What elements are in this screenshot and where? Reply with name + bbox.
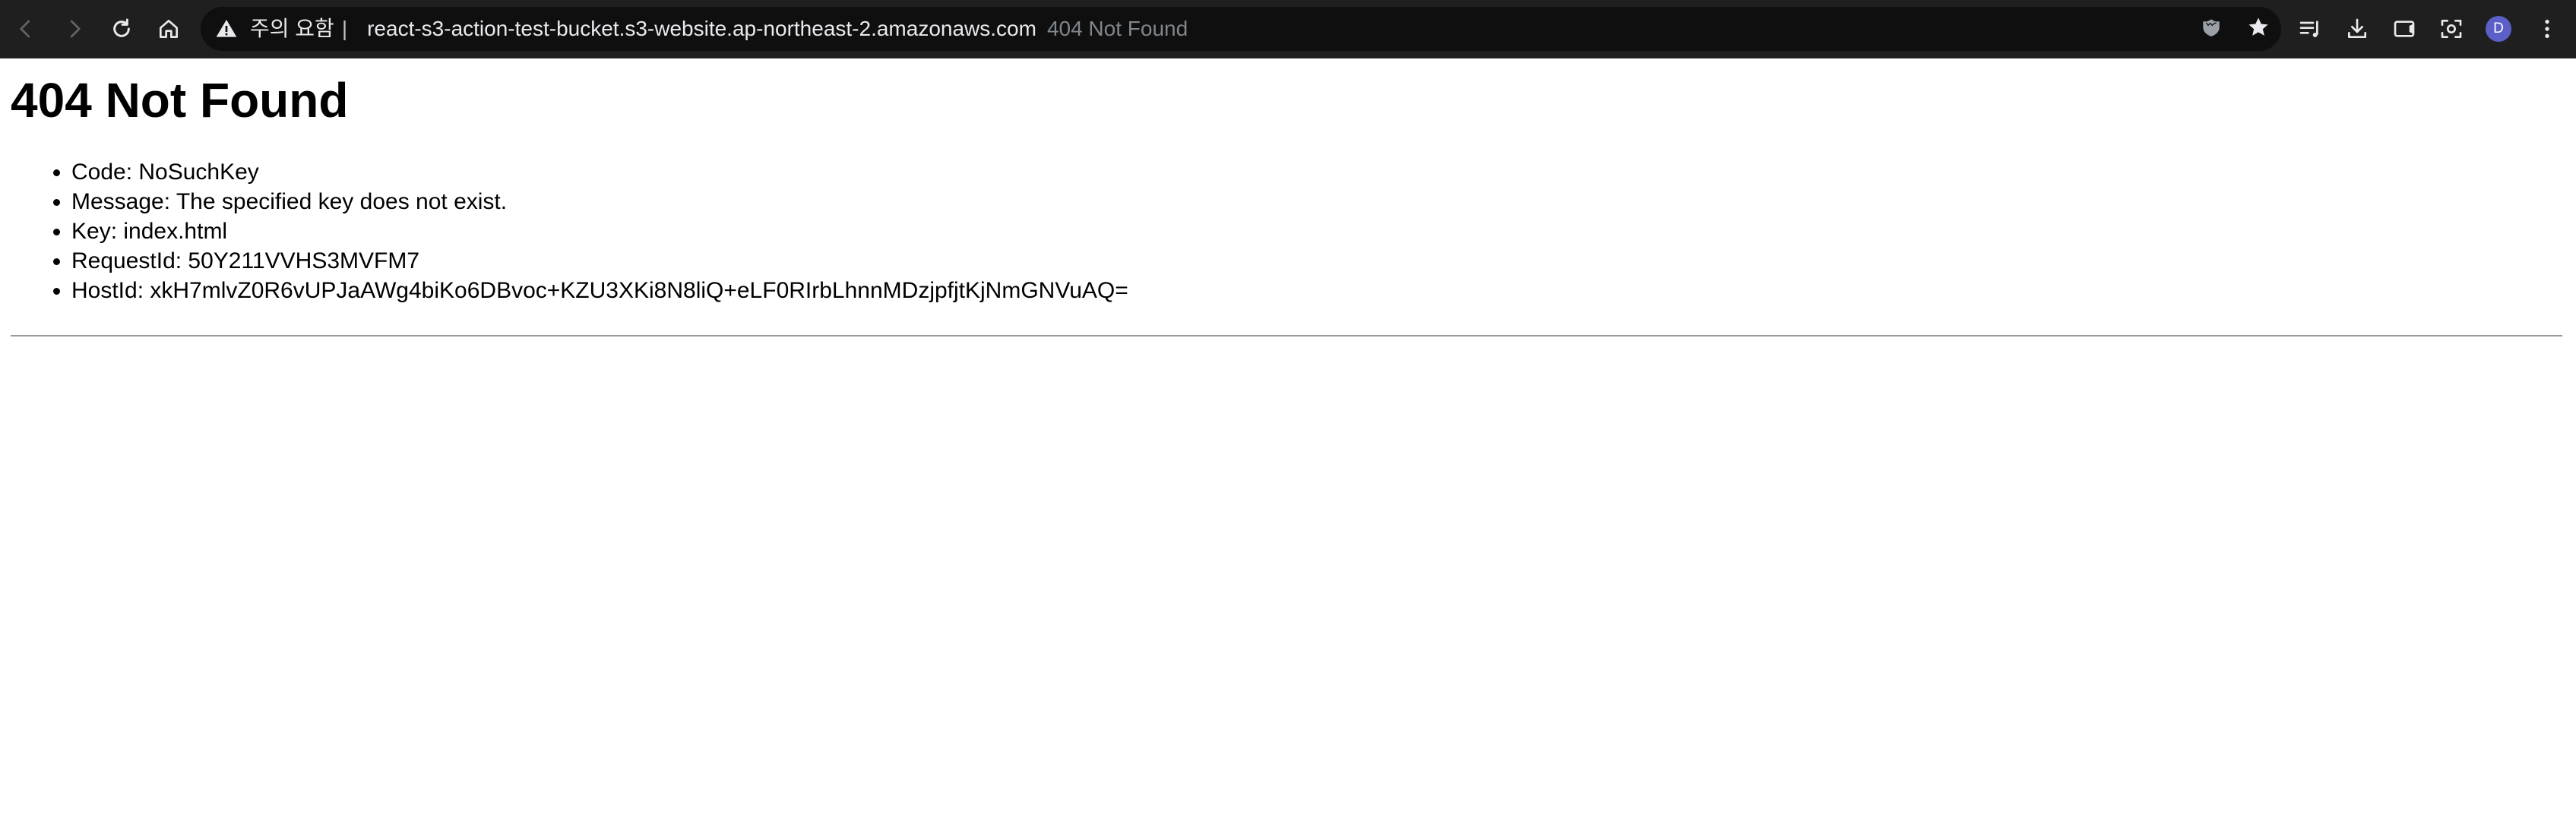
forward-button[interactable]: [56, 11, 93, 47]
home-icon: [157, 17, 181, 41]
home-button[interactable]: [150, 11, 187, 47]
download-icon: [2345, 17, 2369, 41]
cast-icon: [2392, 17, 2416, 41]
error-heading: 404 Not Found: [11, 73, 349, 128]
reload-button[interactable]: [103, 11, 140, 47]
back-button[interactable]: [8, 11, 44, 47]
shield-button[interactable]: [2196, 14, 2226, 44]
page-content: 404 Not Found Code: NoSuchKey Message: T…: [0, 58, 2576, 831]
security-warning-label[interactable]: 주의 요함: [250, 17, 334, 40]
reload-icon: [109, 17, 134, 41]
downloads-button[interactable]: [2339, 11, 2375, 47]
reading-list-button[interactable]: [2292, 11, 2328, 47]
address-bar[interactable]: 주의 요함 | react-s3-action-test-bucket.s3-web…: [201, 7, 2281, 51]
error-request-id-item: RequestId: 50Y211VVHS3MVFM7: [71, 246, 1128, 276]
shield-icon: [2199, 15, 2223, 43]
screenshot-icon: [2439, 17, 2464, 41]
error-message-item: Message: The specified key does not exis…: [71, 187, 1128, 216]
warning-triangle-icon[interactable]: [214, 17, 239, 41]
divider: [11, 335, 2562, 337]
arrow-right-icon: [63, 17, 86, 40]
page-title-hint: 404 Not Found: [1046, 17, 1188, 40]
browser-menu-button[interactable]: [2529, 11, 2565, 47]
arrow-left-icon: [14, 17, 37, 40]
kebab-menu-icon: [2535, 17, 2559, 41]
browser-toolbar: 주의 요함 | react-s3-action-test-bucket.s3-web…: [0, 0, 2576, 58]
star-icon: [2246, 15, 2271, 43]
cast-button[interactable]: [2386, 11, 2423, 47]
error-host-id-item: HostId: xkH7mlvZ0R6vUPJaAWg4biKo6DBvoc+K…: [71, 276, 1128, 305]
reading-list-icon: [2298, 17, 2322, 41]
address-bar-text[interactable]: 주의 요함 | react-s3-action-test-bucket.s3-web…: [250, 7, 1188, 51]
url-text[interactable]: react-s3-action-test-bucket.s3-website.a…: [367, 17, 1036, 40]
bookmark-button[interactable]: [2243, 14, 2274, 44]
profile-avatar[interactable]: D: [2486, 16, 2511, 42]
screenshot-button[interactable]: [2433, 11, 2470, 47]
error-key-item: Key: index.html: [71, 216, 1128, 246]
error-code-item: Code: NoSuchKey: [71, 157, 1128, 187]
address-separator: |: [341, 17, 348, 40]
error-details-list: Code: NoSuchKey Message: The specified k…: [0, 157, 1128, 305]
